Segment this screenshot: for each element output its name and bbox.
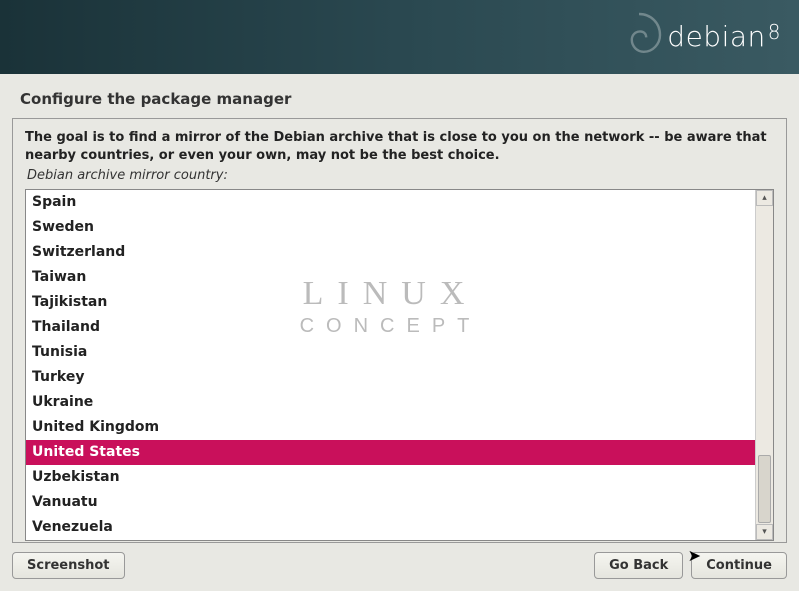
list-item[interactable]: United States xyxy=(26,440,755,465)
list-item[interactable]: Thailand xyxy=(26,315,755,340)
go-back-button[interactable]: Go Back xyxy=(594,552,683,579)
scroll-down-button[interactable]: ▾ xyxy=(756,524,773,540)
mirror-country-listbox[interactable]: LINUX CONCEPT SpainSwedenSwitzerlandTaiw… xyxy=(25,189,774,541)
list-item[interactable]: Tunisia xyxy=(26,340,755,365)
scrollbar[interactable]: ▴ ▾ xyxy=(755,190,773,540)
list-label: Debian archive mirror country: xyxy=(27,168,774,183)
list-item[interactable]: Venezuela xyxy=(26,515,755,540)
content-panel: The goal is to find a mirror of the Debi… xyxy=(12,118,787,543)
list-item[interactable]: Tajikistan xyxy=(26,290,755,315)
continue-button[interactable]: Continue xyxy=(691,552,787,579)
list-item[interactable]: Switzerland xyxy=(26,240,755,265)
list-item[interactable]: Uzbekistan xyxy=(26,465,755,490)
instruction-text: The goal is to find a mirror of the Debi… xyxy=(25,129,774,164)
logo-text: debian xyxy=(667,20,765,53)
installer-header: debian8 xyxy=(0,0,799,74)
list-item[interactable]: Ukraine xyxy=(26,390,755,415)
list-item[interactable]: Vanuatu xyxy=(26,490,755,515)
page-title: Configure the package manager xyxy=(0,74,799,118)
debian-swirl-icon xyxy=(609,5,669,65)
scroll-up-button[interactable]: ▴ xyxy=(756,190,773,206)
list-item[interactable]: United Kingdom xyxy=(26,415,755,440)
list-item[interactable]: Spain xyxy=(26,190,755,215)
scroll-thumb[interactable] xyxy=(758,455,771,523)
footer-bar: Screenshot ➤ Go Back Continue xyxy=(0,542,799,591)
debian-logo: debian8 xyxy=(667,20,781,53)
list-item[interactable]: Sweden xyxy=(26,215,755,240)
screenshot-button[interactable]: Screenshot xyxy=(12,552,125,579)
list-item[interactable]: Turkey xyxy=(26,365,755,390)
logo-version: 8 xyxy=(768,20,781,44)
list-item[interactable]: Taiwan xyxy=(26,265,755,290)
